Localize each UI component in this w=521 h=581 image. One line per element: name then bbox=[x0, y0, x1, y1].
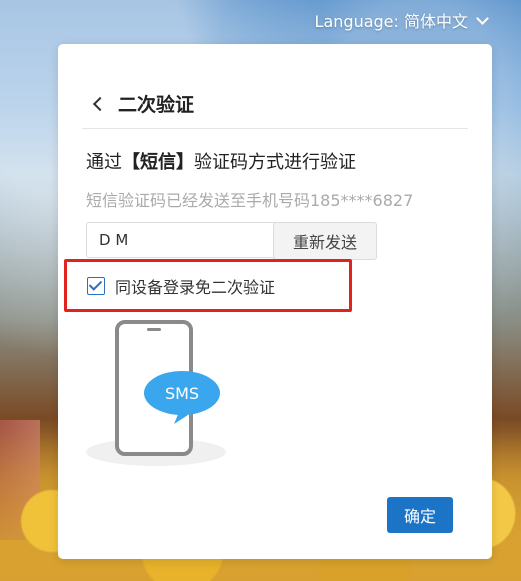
verification-dialog: 二次验证 通过【短信】验证码方式进行验证 短信验证码已经发送至手机号码185**… bbox=[58, 44, 492, 559]
language-label: Language: 简体中文 bbox=[314, 12, 468, 31]
method-name: 【短信】 bbox=[122, 152, 194, 173]
confirm-button[interactable]: 确定 bbox=[387, 497, 453, 533]
remember-device-option[interactable]: 同设备登录免二次验证 bbox=[64, 259, 352, 312]
sms-phone-illustration: SMS bbox=[86, 320, 226, 466]
sms-bubble-text: SMS bbox=[165, 384, 199, 403]
verification-code-input[interactable] bbox=[86, 222, 290, 258]
remember-device-label: 同设备登录免二次验证 bbox=[115, 277, 276, 297]
back-arrow-icon[interactable] bbox=[90, 95, 108, 113]
remember-device-checkbox[interactable] bbox=[87, 276, 105, 295]
header-divider bbox=[82, 128, 468, 129]
method-suffix: 验证码方式进行验证 bbox=[194, 152, 356, 173]
verification-method-text: 通过【短信】验证码方式进行验证 bbox=[86, 148, 356, 174]
language-selector[interactable]: Language: 简体中文 bbox=[314, 8, 489, 32]
dialog-header: 二次验证 bbox=[90, 90, 194, 117]
resend-button[interactable]: 重新发送 bbox=[273, 222, 377, 260]
method-prefix: 通过 bbox=[86, 152, 122, 173]
chevron-down-icon bbox=[476, 11, 489, 25]
sms-sent-notice: 短信验证码已经发送至手机号码185****6827 bbox=[86, 191, 414, 210]
phone-speaker bbox=[147, 328, 161, 331]
dialog-title: 二次验证 bbox=[118, 94, 195, 116]
